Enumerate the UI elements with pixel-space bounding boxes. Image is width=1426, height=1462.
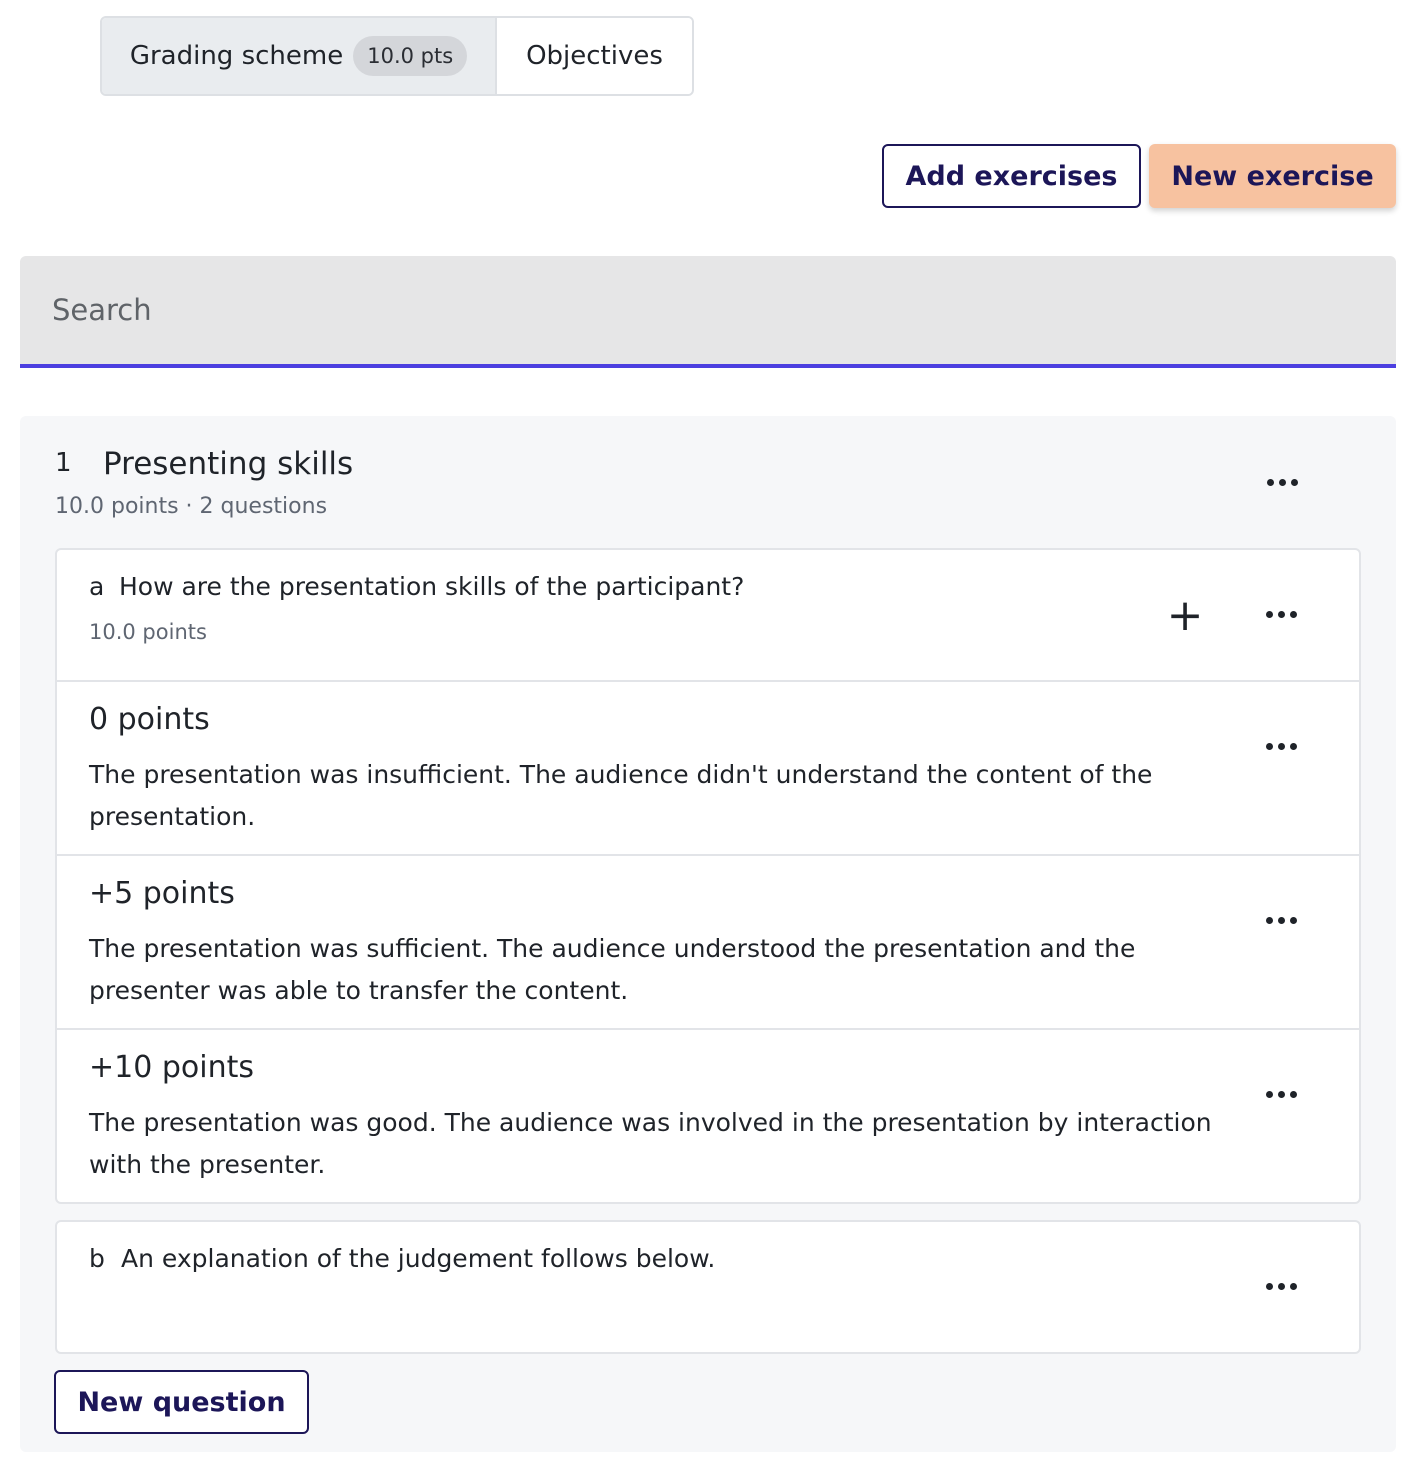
new-question-button[interactable]: New question [54,1370,309,1434]
question-card: b An explanation of the judgement follow… [55,1220,1361,1354]
question-points: 10.0 points [89,620,207,644]
search-input[interactable] [20,256,1396,364]
exercise-card: 1 Presenting skills 10.0 points · 2 ques… [20,416,1396,1452]
level-points: +5 points [89,876,235,911]
plus-icon[interactable]: + [1165,594,1205,638]
level-description: The presentation was insufficient. The a… [89,760,1153,831]
question-text: An explanation of the judgement follows … [121,1244,716,1273]
question-card: a How are the presentation skills of the… [55,548,1361,1204]
points-badge: 10.0 pts [353,36,468,76]
more-horizontal-icon[interactable] [1257,1266,1305,1306]
level-description: The presentation was good. The audience … [89,1108,1212,1179]
level-points: 0 points [89,702,210,737]
more-horizontal-icon[interactable] [1257,900,1305,940]
more-horizontal-icon[interactable] [1257,726,1305,766]
tab-objectives[interactable]: Objectives [497,18,692,94]
new-exercise-button[interactable]: New exercise [1149,144,1396,208]
question-header: a How are the presentation skills of the… [57,550,1359,682]
tab-grading-scheme-label: Grading scheme [129,41,344,71]
exercise-meta: 10.0 points · 2 questions [55,494,328,519]
tab-objectives-label: Objectives [526,41,663,71]
scoring-level: +5 points The presentation was sufficien… [57,854,1359,1028]
more-horizontal-icon[interactable] [1257,594,1305,634]
scoring-level: 0 points The presentation was insufficie… [57,680,1359,854]
more-horizontal-icon[interactable] [1257,1074,1305,1114]
scoring-level: +10 points The presentation was good. Th… [57,1028,1359,1202]
view-tabs: Grading scheme 10.0 pts Objectives [100,16,694,96]
grading-scheme-page: Grading scheme 10.0 pts Objectives Add e… [0,0,1426,1462]
more-horizontal-icon[interactable] [1258,462,1306,502]
tab-grading-scheme[interactable]: Grading scheme 10.0 pts [102,18,497,94]
search-field [20,256,1396,368]
question-letter: a [89,572,105,601]
exercise-title: Presenting skills [103,446,354,482]
level-points: +10 points [89,1050,254,1085]
add-exercises-button[interactable]: Add exercises [882,144,1141,208]
question-text: How are the presentation skills of the p… [119,572,745,601]
question-letter: b [89,1244,105,1273]
exercise-number: 1 [55,448,72,478]
level-description: The presentation was sufficient. The aud… [89,934,1136,1005]
